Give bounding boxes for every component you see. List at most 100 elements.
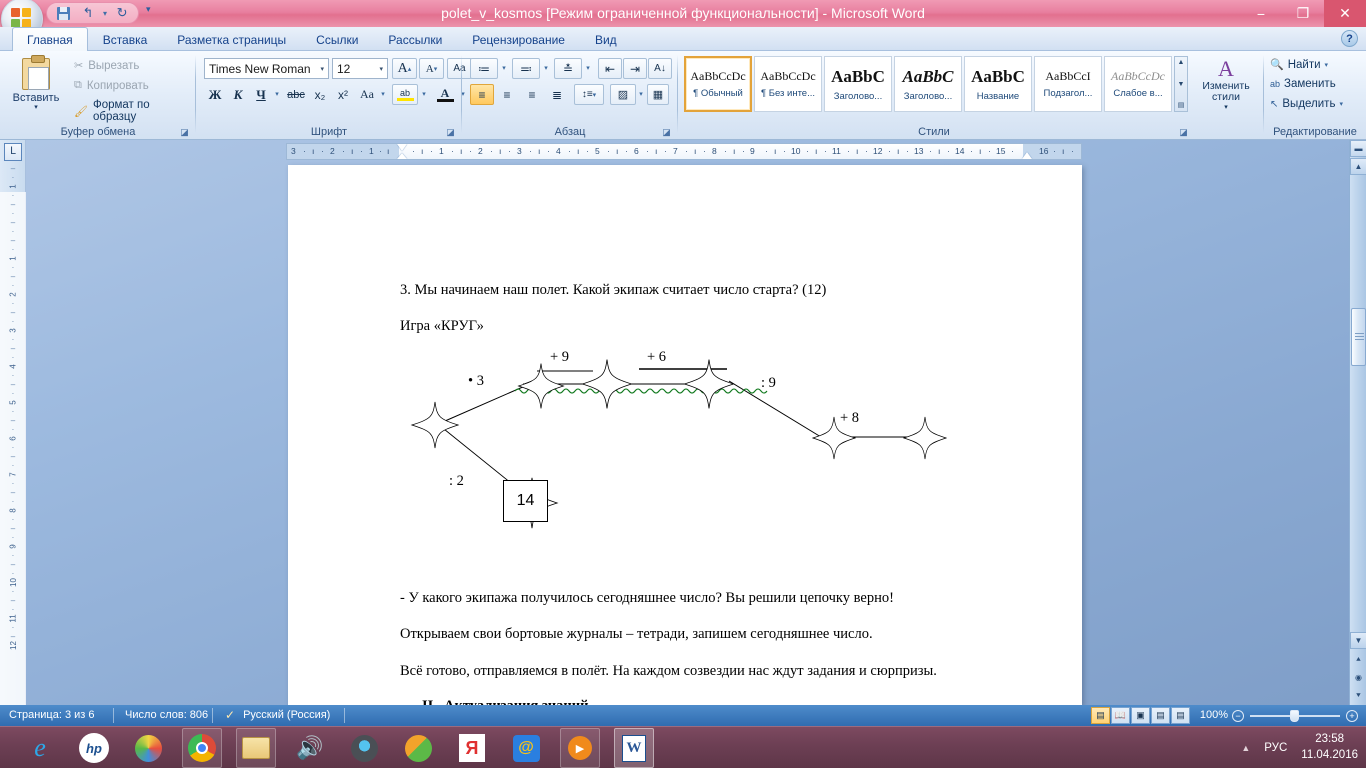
select-button[interactable]: ↖ Выделить ▾ (1270, 98, 1343, 110)
taskbar-colorful-ball-app[interactable] (128, 728, 168, 768)
vertical-scrollbar[interactable]: ▬ ▲ ▼ ⯅ ◉ ⯆ (1349, 140, 1366, 705)
view-full-screen-reading[interactable]: 📖 (1111, 707, 1130, 724)
style-subtle-emphasis[interactable]: AaBbCcDc Слабое в... (1104, 56, 1172, 112)
view-draft[interactable]: ▤ (1171, 707, 1190, 724)
text-highlight-button[interactable]: ab (392, 84, 418, 105)
align-center-button[interactable]: ≡ (495, 84, 519, 105)
split-window-button[interactable]: ▬ (1350, 140, 1366, 157)
style-heading-2[interactable]: AaBbC Заголово... (894, 56, 962, 112)
style-no-spacing[interactable]: AaBbCcDc ¶ Без инте... (754, 56, 822, 112)
taskbar-file-explorer[interactable] (236, 728, 276, 768)
select-browse-object-button[interactable]: ◉ (1351, 670, 1366, 685)
taskbar-amigo-browser[interactable] (398, 728, 438, 768)
clock[interactable]: 23:58 11.04.2016 (1301, 732, 1358, 763)
browse-next-button[interactable]: ⯆ (1351, 688, 1366, 703)
underline-caret-icon[interactable]: ▾ (272, 87, 282, 101)
style-title[interactable]: AaBbC Название (964, 56, 1032, 112)
find-button[interactable]: 🔍 Найти ▾ (1270, 58, 1328, 72)
minimize-button[interactable]: − (1240, 0, 1282, 27)
taskbar-internet-explorer[interactable]: e (20, 728, 60, 768)
change-styles-button[interactable]: A Изменить стили ▾ (1194, 57, 1258, 115)
styles-more-icon[interactable]: ▤ (1178, 100, 1185, 111)
numbering-caret-icon[interactable]: ▾ (541, 61, 551, 75)
grow-font-button[interactable]: A ▴ (392, 58, 417, 79)
borders-button[interactable]: ▦ (647, 84, 669, 105)
shading-caret-icon[interactable]: ▾ (636, 87, 646, 101)
styles-dialog-launcher[interactable]: ◪ (1178, 127, 1189, 138)
styles-scroll-down-icon[interactable]: ▼ (1178, 79, 1185, 90)
decrease-indent-button[interactable]: ⇤ (598, 58, 622, 79)
tab-home[interactable]: Главная (12, 27, 88, 51)
multilevel-list-button[interactable]: ≛ (554, 58, 582, 79)
styles-gallery-scroll[interactable]: ▲ ▼ ▤ (1174, 56, 1188, 112)
tab-mailings[interactable]: Рассылки (373, 27, 457, 51)
help-icon[interactable]: ? (1341, 30, 1358, 47)
chevron-down-icon[interactable]: ▾ (379, 65, 387, 73)
shrink-font-button[interactable]: A ▾ (419, 58, 444, 79)
view-outline[interactable]: ▤ (1151, 707, 1170, 724)
bullets-button[interactable]: ≔ (470, 58, 498, 79)
tab-view[interactable]: Вид (580, 27, 632, 51)
style-subtitle[interactable]: AaBbCcI Подзагол... (1034, 56, 1102, 112)
star-chain-diagram[interactable]: 14 • 3 + 9 + 6 : 9 + 8 : 2 (397, 349, 997, 563)
document-page[interactable]: 3. Мы начинаем наш полет. Какой экипаж с… (288, 165, 1082, 705)
font-color-button[interactable]: A (432, 84, 458, 105)
strikethrough-button[interactable]: abc (284, 84, 308, 105)
paste-caret-icon[interactable]: ▾ (34, 104, 38, 111)
change-styles-caret-icon[interactable]: ▾ (1224, 103, 1228, 111)
cut-button[interactable]: ✂ Вырезать (74, 59, 139, 73)
taskbar-yandex-browser[interactable]: Я (452, 728, 492, 768)
taskbar-mail-ru-agent[interactable]: @ (506, 728, 546, 768)
taskbar-media-player[interactable]: ▶ (560, 728, 600, 768)
language-indicator[interactable]: ✓ Русский (Россия) (216, 705, 339, 726)
taskbar-hp-support[interactable]: hp (74, 728, 114, 768)
show-hidden-icons-button[interactable]: ▲ (1241, 743, 1250, 753)
tab-review[interactable]: Рецензирование (457, 27, 580, 51)
view-print-layout[interactable]: ▤ (1091, 707, 1110, 724)
browse-previous-button[interactable]: ⯅ (1351, 652, 1366, 667)
right-indent-marker[interactable] (1022, 152, 1032, 159)
scroll-up-button[interactable]: ▲ (1350, 158, 1366, 175)
taskbar-opera-browser[interactable] (344, 728, 384, 768)
word-count[interactable]: Число слов: 806 (116, 705, 217, 726)
language-indicator-tray[interactable]: РУС (1264, 742, 1287, 754)
horizontal-ruler[interactable]: 3 · ı · 2 · ı · 1 · ı · ı · 1 · ı · 2 · ı · 3 · ı · 4… (286, 143, 1082, 160)
clipboard-dialog-launcher[interactable]: ◪ (179, 127, 190, 138)
superscript-button[interactable]: x² (332, 84, 354, 105)
tab-references[interactable]: Ссылки (301, 27, 373, 51)
format-painter-button[interactable]: 🖌 Формат по образцу (74, 99, 196, 123)
first-line-indent-marker[interactable] (397, 144, 407, 151)
zoom-level-label[interactable]: 100% (1200, 705, 1228, 726)
style-normal[interactable]: AaBbCcDc ¶ Обычный (684, 56, 752, 112)
restore-button[interactable]: ❐ (1282, 0, 1324, 27)
page-indicator[interactable]: Страница: 3 из 6 (0, 705, 104, 726)
multilevel-caret-icon[interactable]: ▾ (583, 61, 593, 75)
align-left-button[interactable]: ≡ (470, 84, 494, 105)
numbering-button[interactable]: ≕ (512, 58, 540, 79)
font-name-combo[interactable]: Times New Roman ▾ (204, 58, 329, 79)
close-button[interactable]: ✕ (1324, 0, 1366, 27)
justify-button[interactable]: ≣ (545, 84, 569, 105)
bullets-caret-icon[interactable]: ▾ (499, 61, 509, 75)
line-spacing-button[interactable]: ↕≡ ▾ (574, 84, 604, 105)
scroll-down-button[interactable]: ▼ (1350, 632, 1366, 649)
taskbar-microsoft-word[interactable]: W (614, 728, 654, 768)
replace-button[interactable]: ab Заменить (1270, 78, 1336, 90)
zoom-in-button[interactable]: + (1346, 710, 1358, 722)
sort-button[interactable]: A↓ (648, 58, 672, 79)
tab-page-layout[interactable]: Разметка страницы (162, 27, 301, 51)
view-web-layout[interactable]: ▣ (1131, 707, 1150, 724)
increase-indent-button[interactable]: ⇥ (623, 58, 647, 79)
shading-button[interactable]: ▨ (610, 84, 636, 105)
styles-scroll-up-icon[interactable]: ▲ (1178, 57, 1185, 68)
select-caret-icon[interactable]: ▾ (1339, 100, 1343, 108)
taskbar-google-chrome[interactable] (182, 728, 222, 768)
style-heading-1[interactable]: AaBbC Заголово... (824, 56, 892, 112)
zoom-slider-thumb[interactable] (1290, 710, 1299, 722)
tab-insert[interactable]: Вставка (88, 27, 163, 51)
change-case-button[interactable]: Aa (355, 84, 379, 105)
document-text[interactable]: 3. Мы начинаем наш полет. Какой экипаж с… (400, 281, 1020, 705)
scrollbar-thumb[interactable] (1351, 308, 1366, 366)
highlight-caret-icon[interactable]: ▾ (419, 87, 429, 101)
change-case-caret-icon[interactable]: ▾ (378, 87, 388, 101)
